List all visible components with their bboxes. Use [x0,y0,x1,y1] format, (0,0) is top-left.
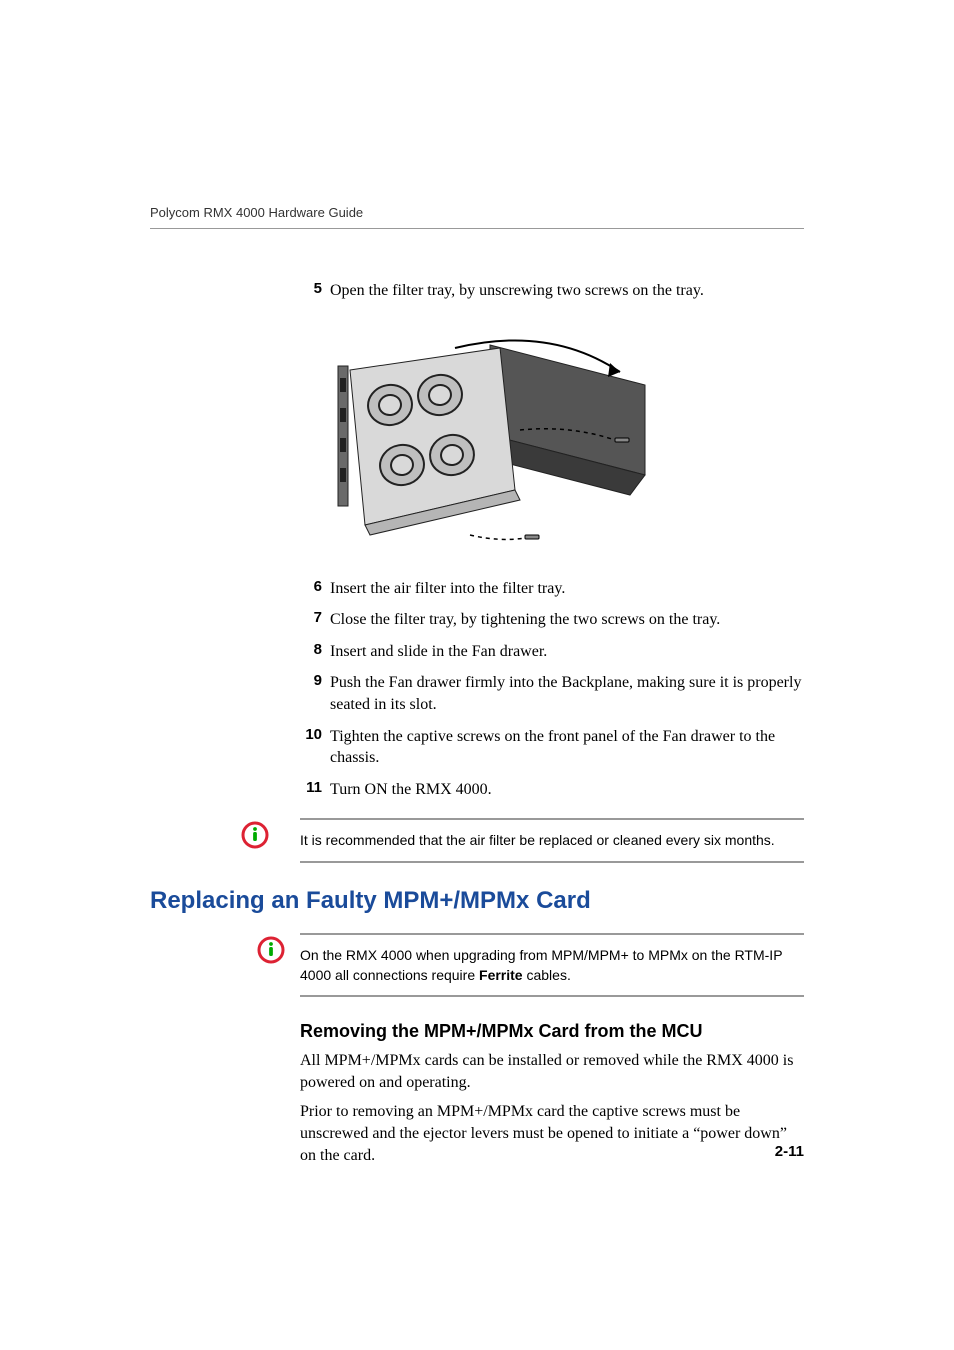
filter-tray-figure [320,330,804,550]
step-item: 8 Insert and slide in the Fan drawer. [300,641,804,663]
note-text-bold: Ferrite [479,967,523,983]
step-number: 11 [300,779,330,801]
step-text: Push the Fan drawer firmly into the Back… [330,672,804,715]
step-text: Insert the air filter into the filter tr… [330,578,804,600]
page: Polycom RMX 4000 Hardware Guide 5 Open t… [0,0,954,1350]
step-item: 9 Push the Fan drawer firmly into the Ba… [300,672,804,715]
step-block: 5 Open the filter tray, by unscrewing tw… [300,280,804,302]
note-filter: It is recommended that the air filter be… [210,818,804,862]
step-text: Turn ON the RMX 4000. [330,779,804,801]
note-text: On the RMX 4000 when upgrading from MPM/… [300,933,804,998]
subsection-block: Removing the MPM+/MPMx Card from the MCU… [300,1021,804,1166]
step-item: 11 Turn ON the RMX 4000. [300,779,804,801]
step-number: 8 [300,641,330,663]
body-paragraph: Prior to removing an MPM+/MPMx card the … [300,1101,804,1166]
running-header: Polycom RMX 4000 Hardware Guide [150,205,363,220]
step-item: 7 Close the filter tray, by tightening t… [300,609,804,631]
info-icon [210,818,300,850]
step-number: 7 [300,609,330,631]
page-number: 2-11 [775,1143,804,1160]
subsection-heading: Removing the MPM+/MPMx Card from the MCU [300,1021,804,1042]
note-ferrite: On the RMX 4000 when upgrading from MPM/… [242,933,804,998]
step-text: Close the filter tray, by tightening the… [330,609,804,631]
step-number: 9 [300,672,330,715]
step-number: 6 [300,578,330,600]
step-item: 6 Insert the air filter into the filter … [300,578,804,600]
info-icon [242,933,300,965]
step-number: 5 [300,280,330,302]
body-paragraph: All MPM+/MPMx cards can be installed or … [300,1050,804,1093]
step-item: 5 Open the filter tray, by unscrewing tw… [300,280,804,302]
content-area: 5 Open the filter tray, by unscrewing tw… [150,280,804,1166]
note-text-suffix: cables. [523,967,571,983]
section-heading: Replacing an Faulty MPM+/MPMx Card [150,887,804,915]
note-text: It is recommended that the air filter be… [300,818,804,862]
step-text: Insert and slide in the Fan drawer. [330,641,804,663]
step-text: Open the filter tray, by unscrewing two … [330,280,804,302]
step-text: Tighten the captive screws on the front … [330,726,804,769]
header-rule [150,228,804,229]
step-item: 10 Tighten the captive screws on the fro… [300,726,804,769]
step-number: 10 [300,726,330,769]
step-block: 6 Insert the air filter into the filter … [300,578,804,801]
